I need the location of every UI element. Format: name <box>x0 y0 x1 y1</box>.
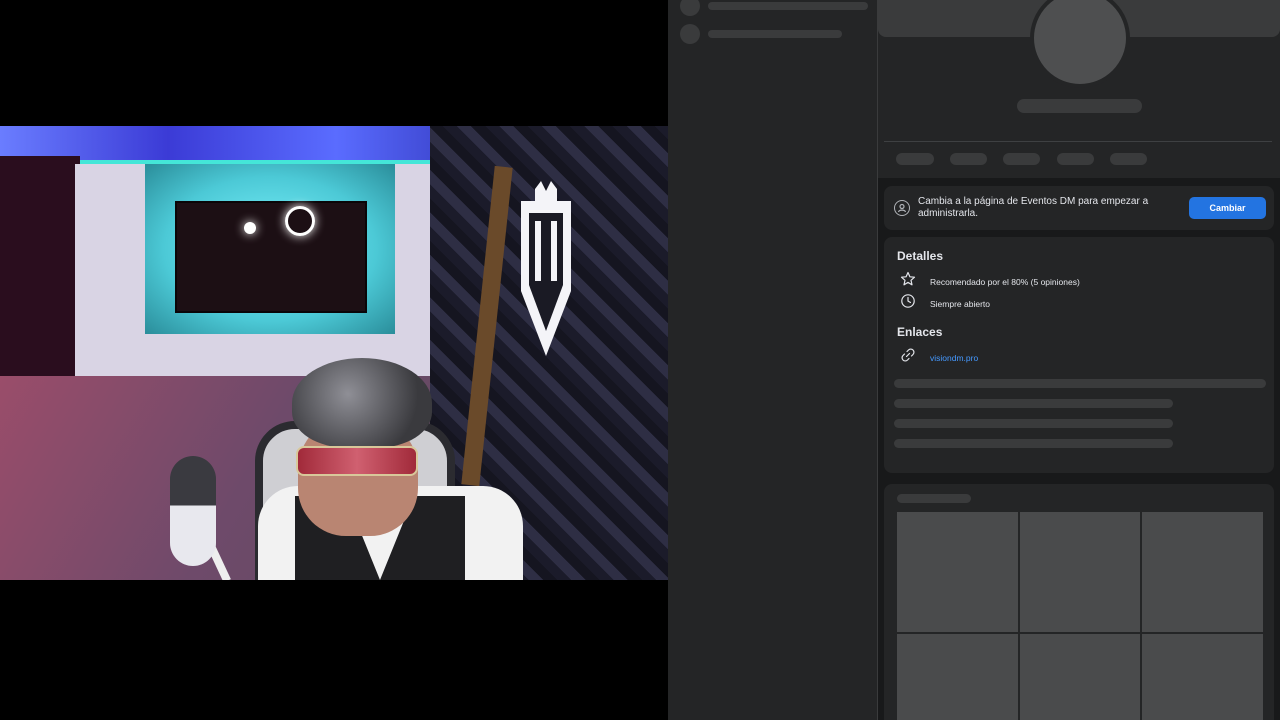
page-header <box>878 0 1280 178</box>
details-title: Detalles <box>897 249 944 263</box>
website-link[interactable]: visiondm.pro <box>930 353 978 363</box>
left-sidebar <box>668 0 878 720</box>
user-circle-icon <box>894 200 910 216</box>
switch-button[interactable]: Cambiar <box>1189 197 1266 219</box>
microphone <box>170 456 216 566</box>
sidebar-skeleton-row <box>680 24 842 44</box>
photo-placeholder[interactable] <box>897 512 1018 632</box>
page-name-placeholder <box>1017 99 1142 113</box>
links-title: Enlaces <box>897 325 943 339</box>
dm-neon-logo <box>515 181 577 361</box>
recommendation-text: Recomendado por el 80% (5 opiniones) <box>930 276 1080 287</box>
notice-text: Cambia a la página de Eventos DM para em… <box>918 196 1149 219</box>
tab-placeholder[interactable] <box>950 153 987 165</box>
link-icon <box>900 347 916 368</box>
ring-light-reflection <box>285 206 315 236</box>
photo-placeholder[interactable] <box>1142 634 1263 720</box>
details-card: Detalles Recomendado por el 80% (5 opini… <box>884 237 1274 473</box>
skeleton-avatar <box>680 24 700 44</box>
photo-placeholder[interactable] <box>1019 634 1141 720</box>
photos-card <box>884 484 1274 720</box>
photo-grid <box>897 512 1263 720</box>
skeleton-bar <box>708 2 868 10</box>
clock-icon <box>900 293 916 314</box>
skeleton-line <box>894 419 1173 428</box>
photo-placeholder[interactable] <box>897 634 1018 720</box>
curtain <box>0 156 80 406</box>
person-sunglasses <box>296 446 418 476</box>
light-reflection <box>244 222 256 234</box>
webcam-feed <box>0 126 668 580</box>
skeleton-avatar <box>680 0 700 16</box>
header-divider <box>884 141 1272 142</box>
website-row: visiondm.pro <box>900 347 978 368</box>
facebook-page: Cambia a la página de Eventos DM para em… <box>668 0 1280 720</box>
person-hair <box>292 358 432 448</box>
tab-placeholder[interactable] <box>1003 153 1040 165</box>
star-icon <box>900 271 916 292</box>
tab-placeholder[interactable] <box>1110 153 1147 165</box>
photos-title-placeholder <box>897 494 971 503</box>
television <box>175 201 367 313</box>
hours-row: Siempre abierto <box>900 293 990 314</box>
photo-placeholder[interactable] <box>1019 512 1141 632</box>
tab-placeholder[interactable] <box>896 153 934 165</box>
recommendation-row: Recomendado por el 80% (5 opiniones) <box>900 271 1080 292</box>
profile-picture-placeholder <box>1030 0 1130 88</box>
sidebar-skeleton-row <box>680 0 868 16</box>
photo-placeholder[interactable] <box>1142 512 1263 632</box>
tab-placeholder[interactable] <box>1057 153 1094 165</box>
hours-text: Siempre abierto <box>930 298 991 309</box>
skeleton-line <box>894 399 1173 408</box>
switch-page-notice: Cambia a la página de Eventos DM para em… <box>884 186 1274 230</box>
skeleton-bar <box>708 30 842 38</box>
skeleton-line <box>894 439 1173 448</box>
skeleton-line <box>894 379 1266 388</box>
page-main-column: Cambia a la página de Eventos DM para em… <box>878 0 1280 720</box>
video-area <box>0 0 668 720</box>
